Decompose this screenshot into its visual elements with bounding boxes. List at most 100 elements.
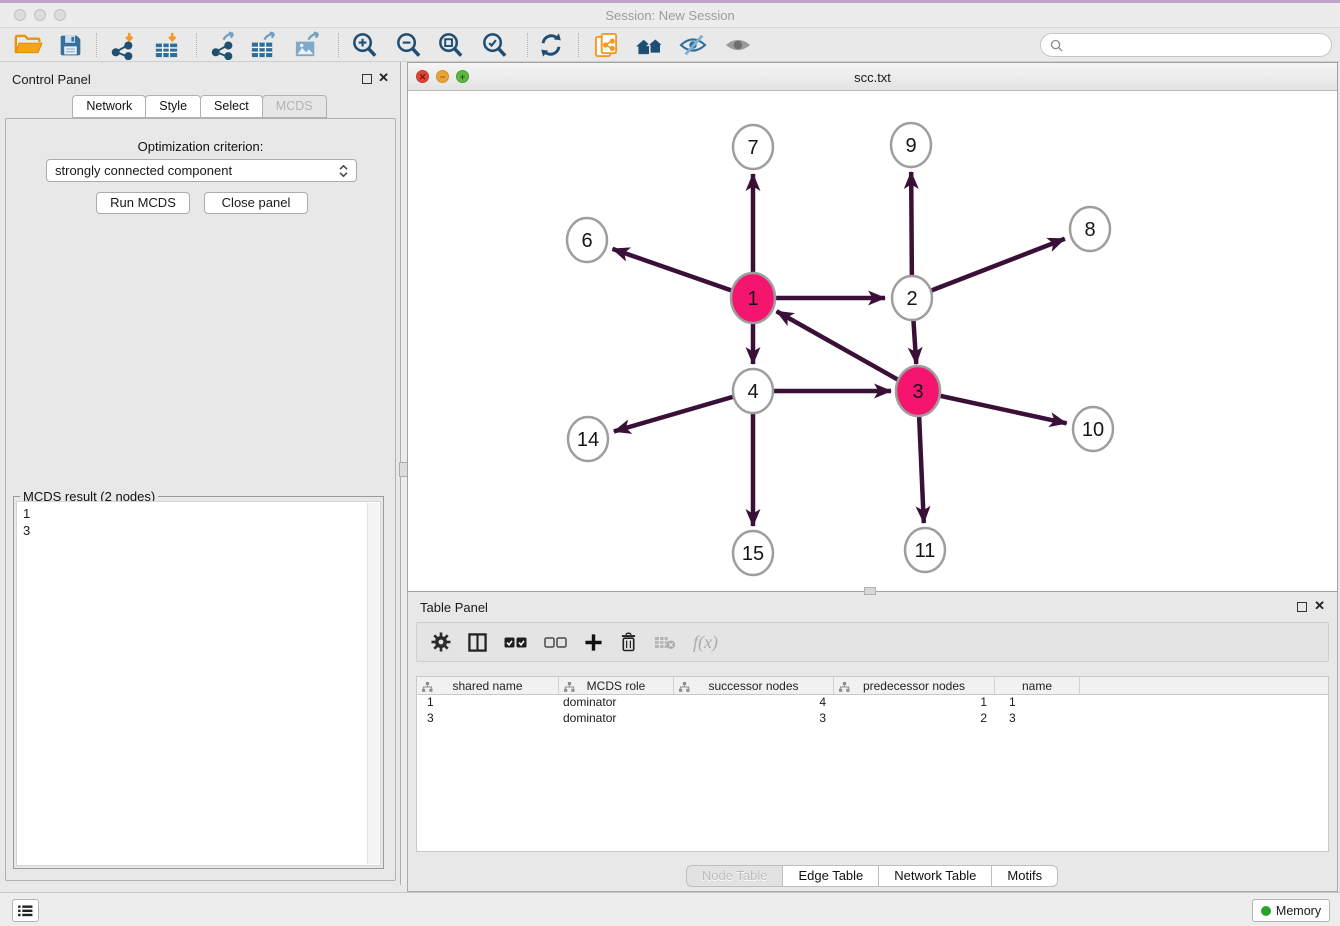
table-cell[interactable]: dominator — [559, 711, 674, 727]
zoom-selected-icon[interactable] — [478, 31, 510, 59]
export-image-icon[interactable] — [291, 31, 323, 59]
import-network-icon[interactable] — [107, 31, 139, 59]
node-table: shared name MCDS role successor nodesprede… — [416, 676, 1329, 852]
table-row[interactable]: 1dominator411 — [417, 695, 1328, 711]
tab-node-table[interactable]: Node Table — [686, 865, 784, 887]
table-cell[interactable]: 3 — [995, 711, 1080, 727]
window-top-edge — [0, 0, 1340, 3]
graph-node-8[interactable]: 8 — [1070, 207, 1110, 251]
column-type-icon — [422, 681, 433, 695]
hide-selected-icon[interactable] — [677, 31, 709, 59]
graph-node-1[interactable]: 1 — [731, 273, 775, 323]
tab-network-table[interactable]: Network Table — [878, 865, 992, 887]
table-cell[interactable]: dominator — [559, 695, 674, 711]
table-cell[interactable]: 3 — [417, 711, 559, 727]
toolbar-divider — [578, 33, 579, 57]
column-header-shared-name[interactable]: shared name — [417, 677, 559, 694]
graph-node-2[interactable]: 2 — [892, 276, 932, 320]
apply-layout-icon[interactable] — [535, 31, 567, 59]
tab-select[interactable]: Select — [200, 95, 263, 118]
search-input[interactable] — [1068, 38, 1322, 53]
table-cell[interactable]: 4 — [674, 695, 834, 711]
column-header-name[interactable]: name — [995, 677, 1080, 694]
tab-style[interactable]: Style — [145, 95, 201, 118]
svg-text:4: 4 — [747, 381, 758, 403]
column-header-label: name — [1022, 679, 1052, 693]
graph-edge-2-8[interactable] — [912, 239, 1065, 298]
table-toolbar: f(x) — [416, 622, 1329, 662]
show-all-icon[interactable] — [722, 31, 754, 59]
run-mcds-button[interactable]: Run MCDS — [96, 192, 190, 214]
svg-text:14: 14 — [577, 429, 599, 451]
svg-text:9: 9 — [905, 135, 916, 157]
svg-text:7: 7 — [747, 137, 758, 159]
graph-node-10[interactable]: 10 — [1073, 407, 1113, 451]
control-panel-float-icon[interactable] — [362, 74, 372, 84]
table-panel-close-icon[interactable]: ✕ — [1314, 599, 1325, 613]
tab-network[interactable]: Network — [72, 95, 146, 118]
export-network-icon[interactable] — [207, 31, 239, 59]
select-all-checkboxes-icon[interactable] — [504, 629, 527, 655]
optimization-criterion-value: strongly connected component — [55, 163, 339, 178]
graph-node-7[interactable]: 7 — [733, 125, 773, 169]
table-cell[interactable]: 1 — [834, 695, 995, 711]
application-window: Session: New Session — [0, 0, 1340, 926]
graph-node-11[interactable]: 11 — [905, 528, 945, 572]
table-settings-icon[interactable] — [431, 629, 451, 655]
manage-networks-icon[interactable] — [590, 31, 622, 59]
zoom-in-icon[interactable] — [348, 31, 380, 59]
column-header-successor-nodes[interactable]: successor nodes — [674, 677, 834, 694]
table-panel: Table Panel ✕ f(x) — [407, 592, 1338, 892]
graph-node-9[interactable]: 9 — [891, 123, 931, 167]
column-chooser-icon[interactable] — [468, 629, 487, 655]
graph-node-6[interactable]: 6 — [567, 218, 607, 262]
table-cell[interactable]: 2 — [834, 711, 995, 727]
window-title: Session: New Session — [0, 8, 1340, 23]
graph-node-3[interactable]: 3 — [896, 366, 940, 416]
tab-mcds[interactable]: MCDS — [262, 95, 327, 118]
window-titlebar: Session: New Session — [0, 0, 1340, 28]
table-header-row: shared name MCDS role successor nodesprede… — [416, 676, 1329, 695]
svg-text:8: 8 — [1084, 219, 1095, 241]
graph-node-15[interactable]: 15 — [733, 531, 773, 575]
svg-text:15: 15 — [742, 543, 764, 565]
graph-node-4[interactable]: 4 — [733, 369, 773, 413]
save-session-icon[interactable] — [54, 31, 86, 59]
table-cell[interactable]: 1 — [417, 695, 559, 711]
mcds-result-scrollbar[interactable] — [367, 503, 379, 864]
tab-motifs[interactable]: Motifs — [991, 865, 1058, 887]
optimization-criterion-select[interactable]: strongly connected component — [46, 159, 357, 182]
export-table-icon[interactable] — [247, 31, 279, 59]
graph-edge-4-14[interactable] — [614, 391, 753, 431]
table-cell[interactable]: 3 — [674, 711, 834, 727]
graph-node-14[interactable]: 14 — [568, 417, 608, 461]
status-bar: Memory — [0, 892, 1340, 926]
memory-button[interactable]: Memory — [1252, 899, 1330, 922]
task-history-button[interactable] — [12, 899, 39, 922]
column-header-label: MCDS role — [587, 679, 646, 693]
memory-status-icon — [1261, 906, 1271, 916]
tab-edge-table[interactable]: Edge Table — [782, 865, 879, 887]
table-cell[interactable]: 1 — [995, 695, 1080, 711]
svg-text:11: 11 — [915, 540, 936, 562]
search-box[interactable] — [1040, 33, 1332, 57]
control-panel-close-icon[interactable]: ✕ — [378, 71, 389, 85]
first-neighbors-icon[interactable] — [633, 31, 665, 59]
zoom-fit-icon[interactable] — [434, 31, 466, 59]
close-panel-button[interactable]: Close panel — [204, 192, 308, 214]
delete-table-icon — [654, 629, 676, 655]
column-header-MCDS-role[interactable]: MCDS role — [559, 677, 674, 694]
mcds-result-textarea[interactable]: 13 — [16, 501, 381, 866]
deselect-all-checkboxes-icon[interactable] — [544, 629, 567, 655]
table-row[interactable]: 3dominator323 — [417, 711, 1328, 727]
add-row-icon[interactable] — [584, 629, 603, 655]
zoom-out-icon[interactable] — [392, 31, 424, 59]
column-header-predecessor-nodes[interactable]: predecessor nodes — [834, 677, 995, 694]
graph-edge-3-1[interactable] — [777, 311, 918, 391]
delete-row-icon[interactable] — [620, 629, 637, 655]
import-table-icon[interactable] — [150, 31, 182, 59]
open-session-icon[interactable] — [12, 31, 44, 59]
horizontal-splitter-grip[interactable] — [864, 587, 876, 595]
table-panel-float-icon[interactable] — [1297, 602, 1307, 612]
function-builder-icon: f(x) — [693, 629, 718, 655]
